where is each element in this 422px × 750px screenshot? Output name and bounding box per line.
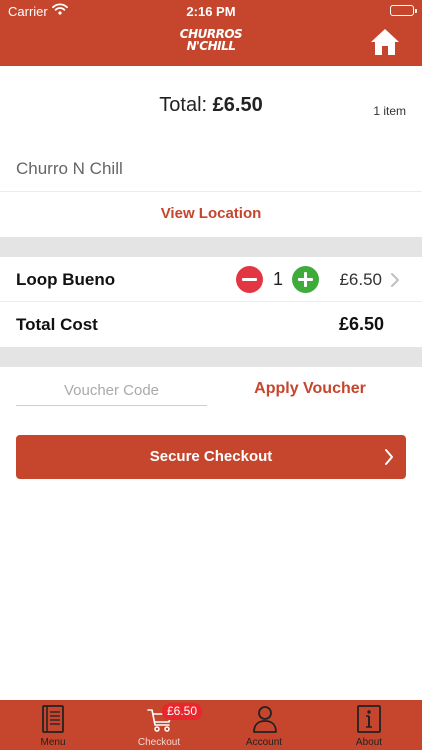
user-icon — [253, 706, 277, 733]
store-row: Churro N Chill — [0, 144, 422, 192]
chevron-right-icon — [385, 449, 393, 465]
order-total: Total: £6.50 — [0, 94, 422, 117]
tab-menu-label: Menu — [40, 737, 66, 748]
tab-checkout-label: Checkout — [137, 737, 181, 748]
checkout-label: Secure Checkout — [149, 448, 273, 465]
tab-menu[interactable]: Menu — [0, 700, 106, 750]
section-separator — [0, 237, 422, 257]
book-icon — [42, 705, 64, 733]
order-summary: Total: £6.50 1 item — [0, 66, 422, 144]
total-cost-label: Total Cost — [16, 315, 98, 334]
store-name: Churro N Chill — [16, 159, 123, 178]
app-header: Carrier 2:16 PM CHURROS N'CHILL — [0, 0, 422, 66]
section-separator — [0, 347, 422, 367]
tab-about[interactable]: About — [316, 700, 422, 750]
increase-quantity-button[interactable] — [292, 266, 319, 293]
view-location-link[interactable]: View Location — [0, 205, 422, 222]
total-cost-value: £6.50 — [338, 314, 384, 334]
tab-bar: Menu £6.50 Checkout Account About — [0, 700, 422, 750]
total-cost-row: Total Cost £6.50 — [0, 302, 422, 347]
location-row: View Location — [0, 192, 422, 236]
total-amount: £6.50 — [212, 94, 263, 116]
home-icon — [371, 29, 399, 55]
item-quantity: 1 — [272, 269, 283, 289]
apply-voucher-button[interactable]: Apply Voucher — [230, 380, 390, 398]
decrease-quantity-button[interactable] — [236, 266, 263, 293]
chevron-right-icon — [391, 273, 399, 287]
home-button[interactable] — [370, 28, 400, 56]
status-bar: Carrier 2:16 PM — [0, 0, 422, 22]
tab-account[interactable]: Account — [211, 700, 317, 750]
logo-line-2: N'CHILL — [186, 39, 236, 53]
total-label: Total: — [159, 94, 208, 116]
info-icon — [357, 705, 381, 733]
tab-checkout[interactable]: £6.50 Checkout — [106, 700, 212, 750]
cart-line-item[interactable]: Loop Bueno 1 £6.50 — [0, 257, 422, 302]
tab-about-label: About — [355, 737, 383, 748]
voucher-code-input[interactable] — [16, 376, 207, 406]
cart-total-badge: £6.50 — [162, 703, 203, 720]
item-count: 1 item — [373, 104, 406, 118]
item-name: Loop Bueno — [16, 270, 116, 289]
tab-account-label: Account — [245, 737, 283, 748]
battery-icon — [390, 5, 417, 16]
brand-logo: CHURROS N'CHILL — [0, 28, 422, 52]
item-price: £6.50 — [339, 270, 382, 289]
secure-checkout-button[interactable]: Secure Checkout — [16, 435, 406, 479]
status-time: 2:16 PM — [186, 4, 236, 19]
